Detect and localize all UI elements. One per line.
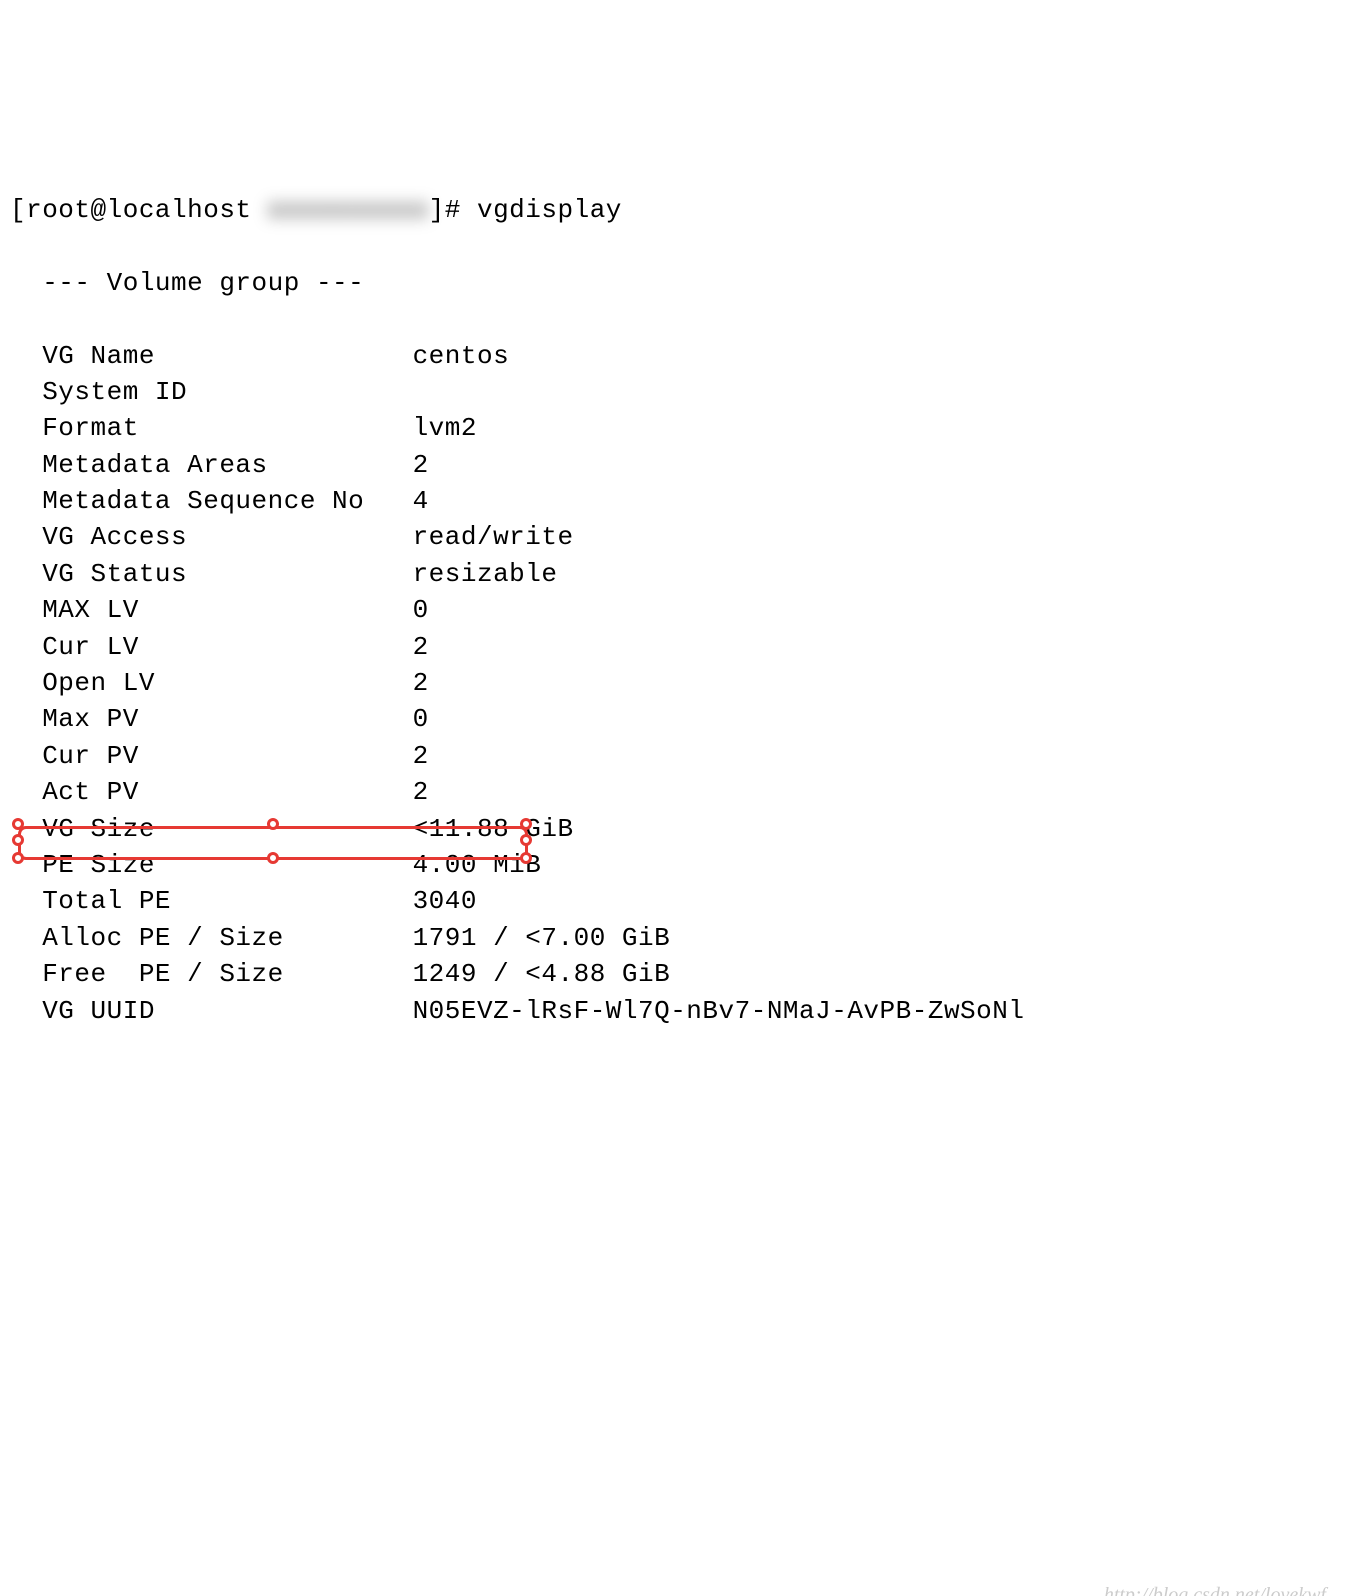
vg-row: Format lvm2 — [10, 410, 1336, 446]
prompt-suffix: ]# vgdisplay — [429, 195, 622, 225]
vg-row: VG Size <11.88 GiB — [10, 811, 1336, 847]
vg-row: Metadata Sequence No 4 — [10, 483, 1336, 519]
vg-row: Alloc PE / Size 1791 / <7.00 GiB — [10, 920, 1336, 956]
prompt-line: [root@localhost xxxxxxxxxx]# vgdisplay — [10, 192, 1336, 228]
vg-row: Cur LV 2 — [10, 629, 1336, 665]
watermark: http://blog.csdn.net/lovekwf — [1104, 1581, 1326, 1596]
prompt-blurred: xxxxxxxxxx — [268, 192, 429, 228]
vg-header: --- Volume group --- — [10, 265, 1336, 301]
vg-row: Cur PV 2 — [10, 738, 1336, 774]
vg-row: PE Size 4.00 MiB — [10, 847, 1336, 883]
vg-row: VG Name centos — [10, 338, 1336, 374]
vg-row: VG UUID N05EVZ-lRsF-Wl7Q-nBv7-NMaJ-AvPB-… — [10, 993, 1336, 1029]
terminal-output: [root@localhost xxxxxxxxxx]# vgdisplay -… — [10, 156, 1336, 1393]
vg-row: Total PE 3040 — [10, 883, 1336, 919]
vg-row: Max PV 0 — [10, 701, 1336, 737]
prompt-prefix: [root@localhost — [10, 195, 268, 225]
vg-row: Open LV 2 — [10, 665, 1336, 701]
vg-row: Metadata Areas 2 — [10, 447, 1336, 483]
vg-row: MAX LV 0 — [10, 592, 1336, 628]
vg-row: VG Status resizable — [10, 556, 1336, 592]
vg-row: System ID — [10, 374, 1336, 410]
vg-row: Free PE / Size 1249 / <4.88 GiB — [10, 956, 1336, 992]
vg-row: VG Access read/write — [10, 519, 1336, 555]
vg-row: Act PV 2 — [10, 774, 1336, 810]
